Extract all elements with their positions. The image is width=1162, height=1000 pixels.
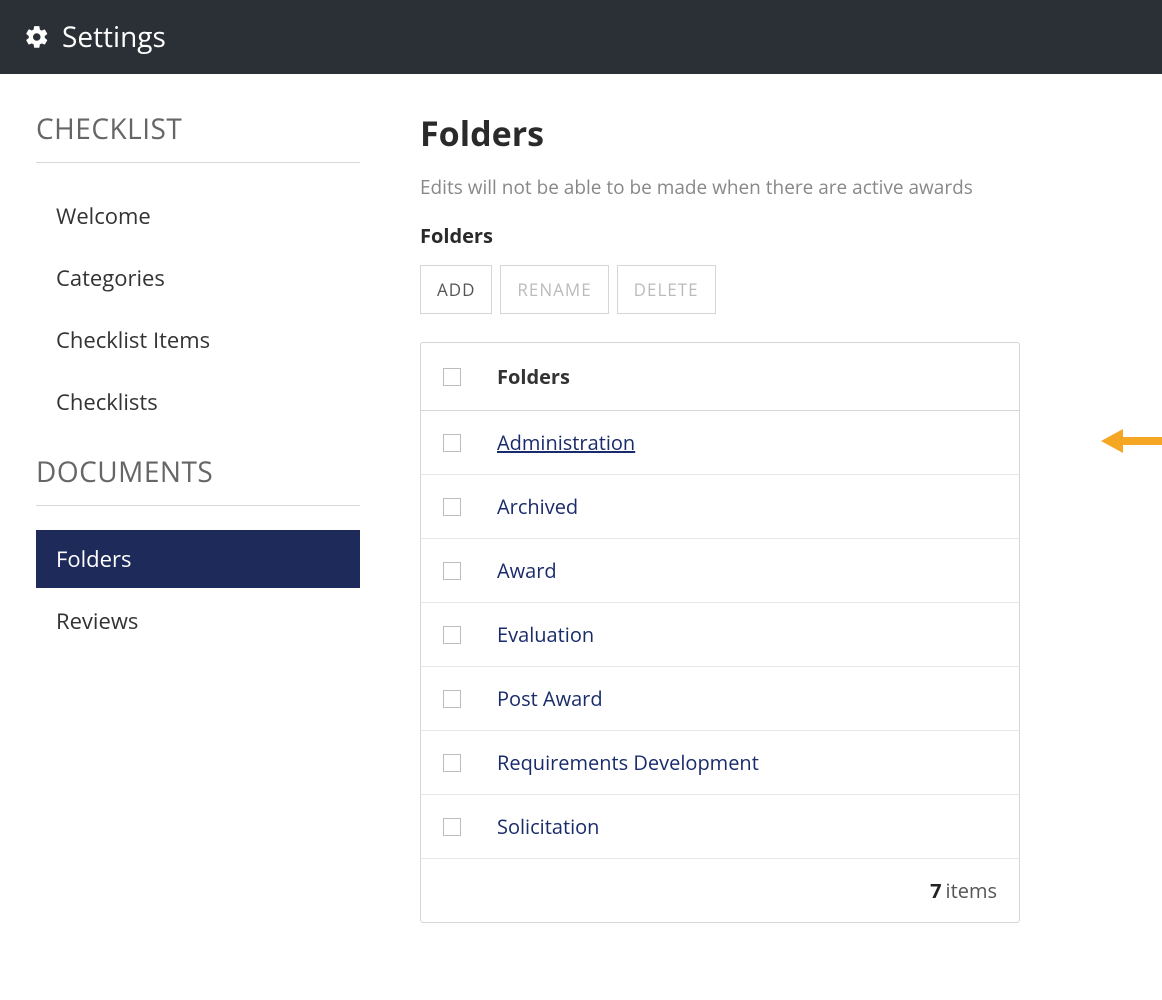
folder-link-evaluation[interactable]: Evaluation (497, 621, 594, 648)
page-note: Edits will not be able to be made when t… (420, 174, 1020, 200)
folders-table: Folders Administration Archived Award (420, 342, 1020, 923)
sidebar-item-folders[interactable]: Folders (36, 530, 360, 588)
table-row: Archived (421, 475, 1019, 539)
table-header: Folders (421, 343, 1019, 411)
rename-button[interactable]: RENAME (500, 265, 608, 314)
table-footer: 7 items (421, 859, 1019, 922)
table-row: Administration (421, 411, 1019, 475)
folder-link-award[interactable]: Award (497, 557, 557, 584)
main-content: Folders Edits will not be able to be mad… (380, 94, 1060, 963)
table-row: Post Award (421, 667, 1019, 731)
sidebar-item-checklist-items[interactable]: Checklist Items (36, 311, 360, 369)
folder-link-requirements-development[interactable]: Requirements Development (497, 749, 759, 776)
folders-subheading: Folders (420, 222, 1020, 249)
row-checkbox[interactable] (443, 434, 461, 452)
sidebar-section-checklist: CHECKLIST (36, 110, 360, 163)
folder-link-solicitation[interactable]: Solicitation (497, 813, 599, 840)
content-container: CHECKLIST Welcome Categories Checklist I… (0, 74, 1162, 963)
item-count: 7 (930, 877, 941, 904)
table-row: Evaluation (421, 603, 1019, 667)
delete-button[interactable]: DELETE (617, 265, 716, 314)
arrow-head-icon (1101, 429, 1123, 453)
row-checkbox[interactable] (443, 626, 461, 644)
sidebar-item-categories[interactable]: Categories (36, 249, 360, 307)
sidebar-section-documents: DOCUMENTS (36, 453, 360, 506)
sidebar-item-reviews[interactable]: Reviews (36, 592, 360, 650)
table-row: Solicitation (421, 795, 1019, 859)
row-checkbox[interactable] (443, 562, 461, 580)
sidebar: CHECKLIST Welcome Categories Checklist I… (0, 94, 380, 963)
row-checkbox[interactable] (443, 818, 461, 836)
table-row: Requirements Development (421, 731, 1019, 795)
row-checkbox[interactable] (443, 498, 461, 516)
sidebar-item-welcome[interactable]: Welcome (36, 187, 360, 245)
sidebar-item-checklists[interactable]: Checklists (36, 373, 360, 431)
page-title: Folders (420, 110, 1020, 156)
row-checkbox[interactable] (443, 690, 461, 708)
page-header: Settings (0, 0, 1162, 74)
header-title: Settings (62, 18, 166, 56)
arrow-annotation (1101, 429, 1162, 453)
folder-link-post-award[interactable]: Post Award (497, 685, 603, 712)
folder-link-archived[interactable]: Archived (497, 493, 578, 520)
gear-icon (24, 24, 50, 50)
folder-link-administration[interactable]: Administration (497, 429, 635, 456)
column-header-folders: Folders (497, 363, 570, 390)
add-button[interactable]: ADD (420, 265, 492, 314)
row-checkbox[interactable] (443, 754, 461, 772)
item-count-label: items (946, 877, 997, 904)
folder-toolbar: ADD RENAME DELETE (420, 265, 1020, 314)
arrow-line (1123, 437, 1162, 445)
select-all-checkbox[interactable] (443, 368, 461, 386)
table-row: Award (421, 539, 1019, 603)
